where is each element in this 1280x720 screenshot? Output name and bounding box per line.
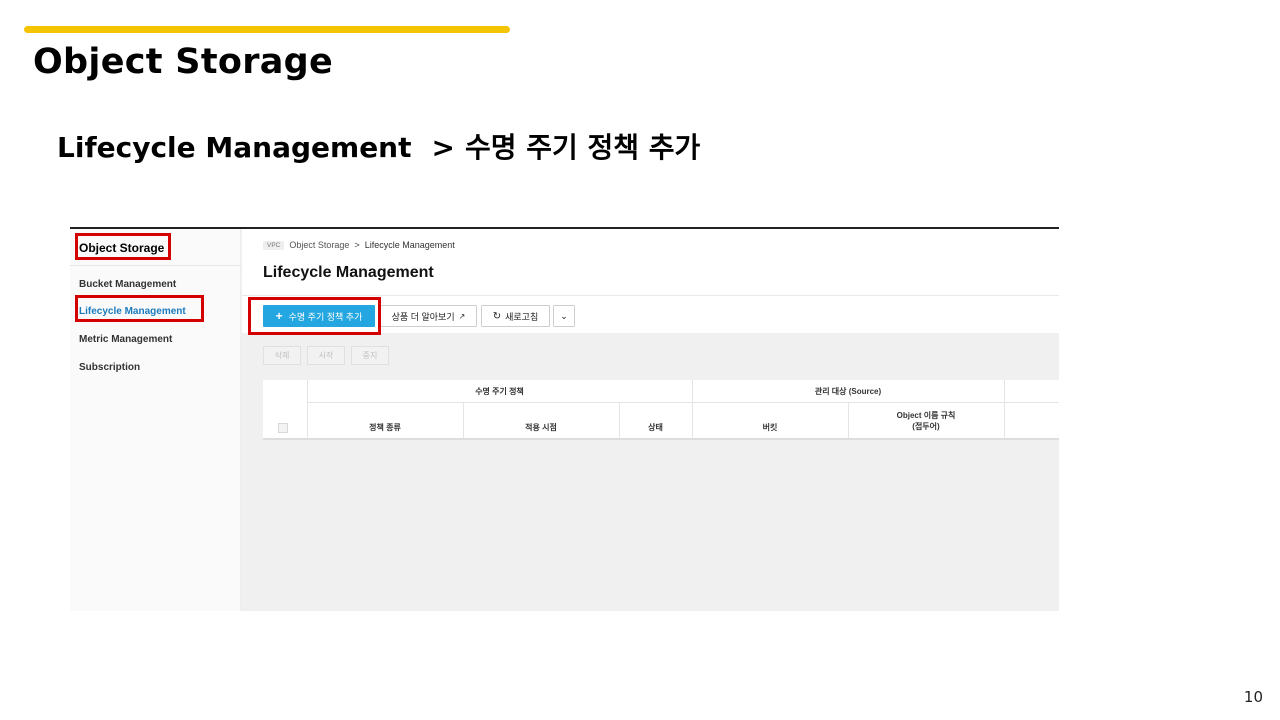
header-status[interactable]: 상태 [619, 416, 692, 438]
slide-title: Object Storage [33, 42, 334, 82]
sidebar: Object Storage Bucket Management Lifecyc… [70, 229, 241, 611]
refresh-button[interactable]: ↻ 새로고침 [481, 305, 550, 327]
subtitle-action: 수명 주기 정책 추가 [464, 131, 701, 164]
header-object-name-rule[interactable]: Object 이름 규칙 (접두어) [848, 404, 1004, 438]
header-object-name-rule-line2: (접두어) [912, 422, 940, 431]
sidebar-divider [70, 265, 241, 266]
highlight-lifecycle-nav [75, 295, 204, 322]
delete-button[interactable]: 삭제 [263, 346, 301, 365]
sidebar-item-bucket-management[interactable]: Bucket Management [79, 279, 176, 290]
accent-bar [24, 26, 510, 33]
external-link-icon: ↗ [458, 311, 466, 321]
subtitle-section: Lifecycle Management [57, 131, 412, 164]
breadcrumb-current: Lifecycle Management [364, 240, 455, 250]
select-all-checkbox[interactable] [278, 423, 288, 433]
page-number: 10 [1243, 688, 1263, 706]
breadcrumb-parent[interactable]: Object Storage [289, 240, 349, 250]
refresh-label: 새로고침 [505, 311, 539, 322]
subtitle-separator: > [431, 131, 455, 164]
learn-more-label: 상품 더 알아보기 [391, 311, 455, 322]
col-divider [1004, 380, 1005, 438]
highlight-sidebar-title [75, 233, 171, 260]
sidebar-item-subscription[interactable]: Subscription [79, 362, 140, 373]
highlight-add-policy-button [248, 297, 381, 335]
stop-button[interactable]: 중지 [351, 346, 389, 365]
header-policy-type[interactable]: 정책 종류 [307, 416, 463, 438]
lifecycle-policy-table: 수명 주기 정책 관리 대상 (Source) 정책 종류 적용 시점 상태 버… [263, 380, 1059, 440]
page-title: Lifecycle Management [263, 264, 434, 281]
sidebar-item-metric-management[interactable]: Metric Management [79, 334, 172, 345]
refresh-icon: ↻ [492, 310, 502, 322]
header-bucket[interactable]: 버킷 [692, 416, 848, 438]
slide-subtitle: Lifecycle Management > 수명 주기 정책 추가 [57, 126, 700, 166]
header-group-policy: 수명 주기 정책 [475, 386, 524, 396]
header-apply-time[interactable]: 적용 시점 [463, 416, 619, 438]
more-options-button[interactable]: ⌄ [553, 305, 575, 327]
learn-more-button[interactable]: 상품 더 알아보기 ↗ [380, 305, 477, 327]
breadcrumb: VPC Object Storage > Lifecycle Managemen… [263, 240, 455, 250]
start-button[interactable]: 시작 [307, 346, 345, 365]
console-screenshot: Object Storage Bucket Management Lifecyc… [70, 227, 1059, 611]
header-object-name-rule-line1: Object 이름 규칙 [896, 411, 956, 420]
breadcrumb-separator: > [354, 240, 360, 250]
header-row-divider [307, 402, 1059, 403]
header-group-target: 관리 대상 (Source) [814, 386, 882, 396]
vpc-badge: VPC [263, 240, 285, 250]
chevron-down-icon: ⌄ [560, 310, 568, 321]
main-content: VPC Object Storage > Lifecycle Managemen… [242, 229, 1059, 611]
header-divider [242, 295, 1059, 296]
